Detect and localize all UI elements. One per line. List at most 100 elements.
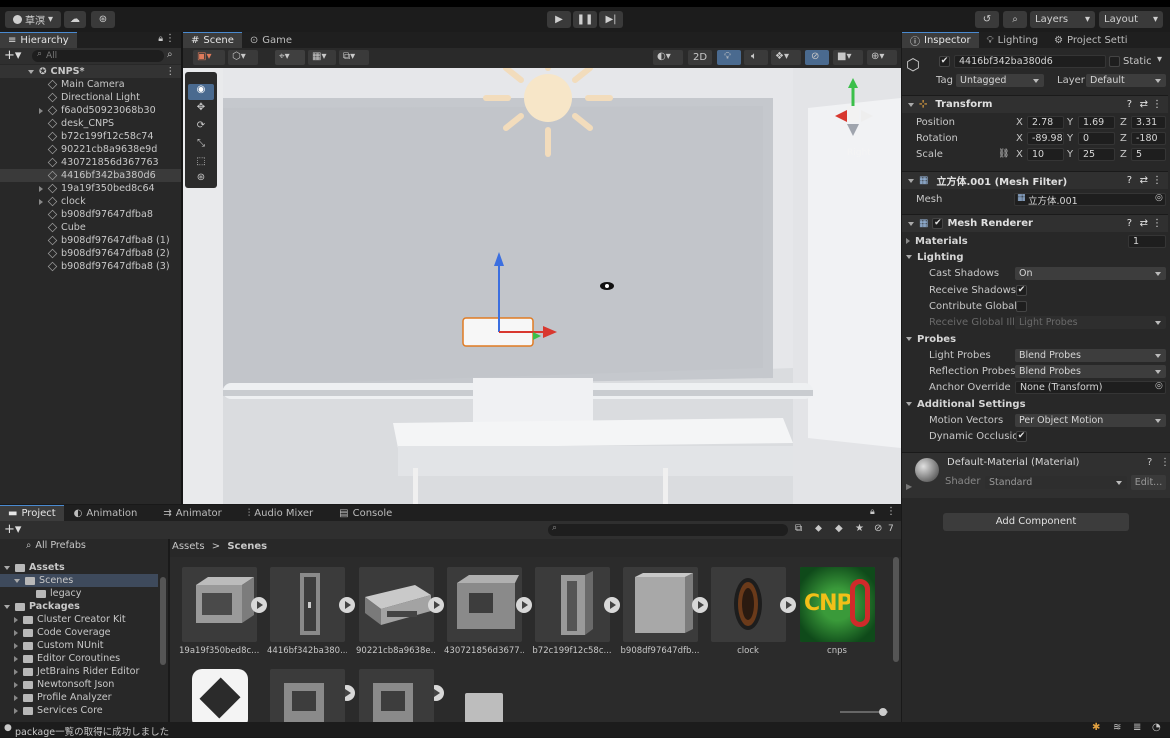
asset-thumbnail[interactable]: [711, 567, 786, 642]
expand-icon[interactable]: [14, 655, 18, 662]
folder-thumbnail[interactable]: [447, 669, 522, 722]
rotation-y-input[interactable]: 0: [1078, 132, 1115, 145]
pivot-button[interactable]: ⌖▾: [275, 50, 305, 65]
asset-thumbnail[interactable]: CNP: [800, 567, 875, 642]
expand-prefab-play-icon[interactable]: [251, 597, 267, 613]
activity-icon[interactable]: ◔: [1152, 722, 1161, 733]
transform-header[interactable]: ⊹ Transform ? ⇄ ⋮: [902, 95, 1168, 113]
add-component-button[interactable]: Add Component: [943, 513, 1129, 531]
tab-hierarchy[interactable]: ≡ Hierarchy: [0, 32, 77, 48]
axis-label-z[interactable]: Z: [1120, 117, 1127, 128]
rotate-tool-icon[interactable]: ⟳: [188, 120, 214, 136]
expand-prefab-play-icon[interactable]: [780, 597, 796, 613]
collapse-icon[interactable]: [906, 337, 912, 341]
help-icon[interactable]: ?: [1127, 218, 1132, 229]
package-folder[interactable]: Profile Analyzer: [14, 691, 112, 704]
expand-icon[interactable]: [39, 185, 43, 192]
collapse-icon[interactable]: [906, 255, 912, 259]
grid-snap-button[interactable]: ▦▾: [308, 50, 336, 65]
tab-console[interactable]: ▤ Console: [331, 505, 400, 521]
contribute-gi-checkbox[interactable]: [1016, 301, 1027, 312]
active-checkbox[interactable]: ✔: [939, 56, 950, 67]
object-picker-icon[interactable]: ◎: [1155, 193, 1163, 203]
axis-label-x[interactable]: X: [1016, 149, 1023, 160]
axis-label-x[interactable]: X: [1016, 117, 1023, 128]
static-dropdown-icon[interactable]: ▾: [1157, 54, 1162, 65]
collapse-icon[interactable]: [4, 604, 10, 609]
render-mode-button[interactable]: ⬡▾: [228, 50, 258, 65]
scale-x-input[interactable]: 10: [1027, 148, 1064, 161]
rotation-z-input[interactable]: -180: [1131, 132, 1166, 145]
tab-project[interactable]: ▬ Project: [0, 505, 64, 521]
package-folder[interactable]: Newtonsoft Json: [14, 678, 114, 691]
package-folder[interactable]: Code Coverage: [14, 626, 111, 639]
asset-thumbnail[interactable]: [270, 669, 345, 722]
collapse-icon[interactable]: [908, 178, 914, 183]
expand-prefab-play-icon[interactable]: [339, 597, 355, 613]
hierarchy-item[interactable]: 4416bf342ba380d6: [0, 169, 181, 182]
draw-mode-button[interactable]: ▣▾: [193, 50, 225, 65]
help-icon[interactable]: ?: [1147, 457, 1152, 468]
more-icon[interactable]: ⋮: [1152, 175, 1162, 186]
zoom-slider-handle[interactable]: [879, 708, 887, 716]
lock-icon[interactable]: 🔒︎: [870, 507, 875, 517]
layer-dropdown[interactable]: Default: [1086, 74, 1166, 87]
expand-icon[interactable]: [28, 69, 34, 74]
layout-dropdown[interactable]: Layout ▾: [1099, 11, 1163, 28]
asset-thumbnail[interactable]: [623, 567, 698, 642]
tab-project-settings[interactable]: ⚙ Project Setti: [1046, 32, 1135, 48]
constrain-proportions-icon[interactable]: ⛓: [998, 149, 1009, 159]
hierarchy-item[interactable]: 19a19f350bed8c64: [0, 182, 181, 195]
breadcrumb-assets[interactable]: Assets: [172, 541, 205, 552]
increment-snap-button[interactable]: ⧉▾: [339, 50, 369, 65]
scale-y-input[interactable]: 25: [1078, 148, 1115, 161]
mesh-filter-header[interactable]: ▦ 立方体.001 (Mesh Filter) ? ⇄ ⋮: [902, 171, 1168, 189]
hierarchy-item[interactable]: 430721856d367763: [0, 156, 181, 169]
project-search-input[interactable]: [548, 524, 788, 536]
tree-scrollbar[interactable]: [160, 577, 166, 665]
scene-asset-thumbnail[interactable]: [182, 669, 257, 722]
filter-label-icon[interactable]: ⬥: [815, 523, 822, 534]
scene-viewport[interactable]: ◉ ✥ ⟳ ⤡ ⬚ ⊛ Right: [183, 68, 901, 504]
search-button[interactable]: ⌕: [1003, 11, 1027, 28]
move-tool-icon[interactable]: ✥: [188, 102, 214, 118]
tab-inspector[interactable]: ⓘ Inspector: [902, 32, 979, 48]
anchor-override-field[interactable]: None (Transform): [1015, 381, 1166, 394]
more-icon[interactable]: ⋮: [165, 66, 175, 77]
lock-icon[interactable]: 🔒︎: [158, 34, 163, 44]
cloud-button[interactable]: ☁: [64, 11, 86, 28]
axis-label-z[interactable]: Z: [1120, 133, 1127, 144]
tab-animation[interactable]: ◐ Animation: [66, 505, 146, 521]
transform-tool-icon[interactable]: ⊛: [188, 172, 214, 188]
package-folder[interactable]: Services Core: [14, 704, 103, 717]
preset-icon[interactable]: ⇄: [1140, 175, 1148, 186]
2d-toggle[interactable]: 2D: [688, 50, 712, 65]
axis-label-y[interactable]: Y: [1067, 117, 1073, 128]
help-icon[interactable]: ?: [1127, 99, 1132, 110]
mesh-renderer-header[interactable]: ▦ ✔ Mesh Renderer ? ⇄ ⋮: [902, 214, 1168, 232]
stack-icon[interactable]: ≣: [1133, 722, 1141, 733]
step-button[interactable]: ▶|: [599, 11, 623, 28]
camera-button[interactable]: ■▾: [833, 50, 863, 65]
light-probes-dropdown[interactable]: Blend Probes: [1015, 349, 1166, 362]
bug-icon[interactable]: ✱: [1092, 722, 1100, 733]
expand-icon[interactable]: [14, 629, 18, 636]
probes-foldout[interactable]: Probes: [906, 331, 956, 347]
hierarchy-item[interactable]: 90221cb8a9638e9d: [0, 143, 181, 156]
tag-icon[interactable]: ◆: [835, 523, 843, 534]
more-icon[interactable]: ⋮: [1152, 218, 1162, 229]
tag-dropdown[interactable]: Untagged: [956, 74, 1044, 87]
expand-icon[interactable]: [39, 198, 43, 205]
motion-vectors-dropdown[interactable]: Per Object Motion: [1015, 414, 1166, 427]
help-icon[interactable]: ?: [1127, 175, 1132, 186]
expand-icon[interactable]: [14, 694, 18, 701]
more-icon[interactable]: ⋮: [165, 33, 175, 44]
scene-root-row[interactable]: ✪ CNPS* ⋮: [0, 65, 181, 78]
asset-thumbnail[interactable]: [535, 567, 610, 642]
status-message[interactable]: package一覧の取得に成功しました: [15, 724, 169, 738]
asset-thumbnail[interactable]: [447, 567, 522, 642]
expand-icon[interactable]: [14, 616, 18, 623]
tab-audio-mixer[interactable]: ⫶ Audio Mixer: [240, 505, 321, 521]
mesh-renderer-enabled-checkbox[interactable]: ✔: [932, 218, 944, 229]
hierarchy-item[interactable]: b908df97647dfba8 (2): [0, 247, 181, 260]
